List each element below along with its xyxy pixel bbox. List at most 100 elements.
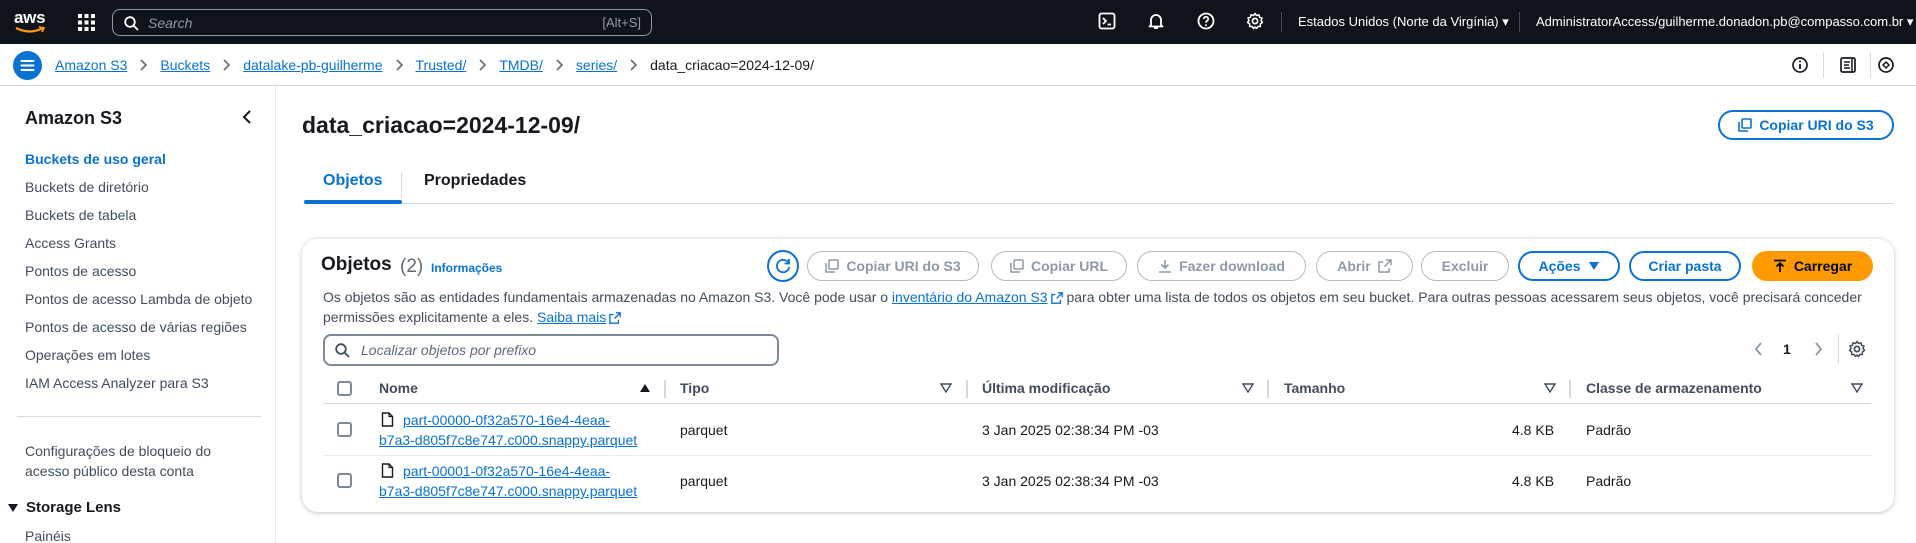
sidebar-item-iam-access-analyzer[interactable]: IAM Access Analyzer para S3 (25, 375, 209, 391)
breadcrumb-buckets[interactable]: Buckets (160, 57, 210, 73)
account-menu[interactable]: AdministratorAccess/guilherme.donadon.pb… (1536, 14, 1913, 30)
object-name-line2: b7a3-d805f7c8e747.c000.snappy.parquet (379, 483, 638, 499)
column-header-storage-class[interactable]: Classe de armazenamento (1586, 380, 1762, 396)
object-name-link[interactable]: part-00000-0f32a570-16e4-4eaa- b7a3-d805… (379, 410, 637, 450)
column-resizer[interactable] (966, 380, 968, 398)
gear-icon[interactable] (1246, 12, 1266, 32)
divider (323, 455, 1871, 456)
previous-page-icon[interactable] (1753, 341, 1765, 357)
sidebar-section-label: Storage Lens (26, 499, 122, 516)
next-page-icon[interactable] (1812, 341, 1824, 357)
object-last-modified: 3 Jan 2025 02:38:34 PM -03 (982, 422, 1159, 438)
copy-icon (1738, 118, 1753, 132)
sidebar-item-access-grants[interactable]: Access Grants (25, 235, 116, 251)
gear-icon[interactable] (1848, 340, 1866, 358)
sort-ascending-icon[interactable] (639, 383, 651, 393)
row-checkbox[interactable] (337, 422, 352, 437)
services-grid-icon[interactable] (78, 14, 95, 31)
objects-title: Objetos (321, 254, 392, 275)
page-title: data_criacao=2024-12-09/ (302, 112, 581, 138)
open-button[interactable]: Abrir (1316, 251, 1413, 281)
object-type: parquet (680, 473, 728, 489)
learn-more-link[interactable]: Saiba mais (537, 309, 606, 325)
search-placeholder: Localizar objetos por prefixo (361, 342, 537, 358)
select-all-checkbox[interactable] (337, 381, 352, 396)
delete-button[interactable]: Excluir (1421, 251, 1509, 281)
column-header-size[interactable]: Tamanho (1284, 380, 1345, 396)
sidebar-item-dashboards[interactable]: Painéis (25, 528, 71, 543)
divider (401, 172, 402, 198)
divider (17, 416, 261, 417)
create-folder-button[interactable]: Criar pasta (1629, 251, 1741, 281)
sidebar-item-block-public-access-line1[interactable]: Configurações de bloqueio do (25, 443, 211, 459)
column-resizer[interactable] (1267, 380, 1269, 398)
breadcrumb-series[interactable]: series/ (576, 57, 617, 73)
column-header-last-modified[interactable]: Última modificação (982, 380, 1110, 396)
column-resizer[interactable] (664, 380, 666, 398)
refresh-button[interactable] (767, 250, 799, 282)
sort-icon[interactable] (1242, 383, 1254, 393)
sidebar-item-multi-region-access-points[interactable]: Pontos de acesso de várias regiões (25, 319, 247, 335)
chevron-right-icon (556, 59, 564, 71)
help-icon[interactable] (1197, 12, 1217, 32)
object-size: 4.8 KB (1512, 473, 1555, 489)
column-header-name[interactable]: Nome (379, 380, 418, 396)
sidebar-item-directory-buckets[interactable]: Buckets de diretório (25, 179, 149, 195)
search-icon (335, 343, 350, 358)
aws-logo[interactable]: aws (14, 9, 48, 35)
copy-s3-uri-button[interactable]: Copiar URI do S3 (807, 251, 979, 281)
sidebar-item-general-buckets[interactable]: Buckets de uso geral (25, 151, 166, 167)
notes-panel-icon[interactable] (1839, 56, 1857, 74)
download-button[interactable]: Fazer download (1137, 251, 1306, 281)
tab-objects[interactable]: Objetos (323, 172, 383, 190)
sidebar-item-block-public-access-line2[interactable]: acesso público desta conta (25, 463, 194, 479)
copy-s3-uri-button-label: Copiar URI do S3 (846, 258, 961, 274)
sidebar-section-storage-lens[interactable]: Storage Lens (8, 499, 121, 516)
side-menu-toggle-button[interactable] (13, 51, 42, 80)
inventory-link[interactable]: inventário do Amazon S3 (892, 289, 1048, 305)
caret-down-icon: ▾ (1906, 14, 1914, 29)
copy-url-button[interactable]: Copiar URL (991, 251, 1127, 281)
object-storage-class: Padrão (1586, 473, 1632, 489)
chevron-right-icon (223, 59, 231, 71)
file-icon (381, 412, 394, 427)
object-prefix-search-input[interactable]: Localizar objetos por prefixo (323, 334, 779, 366)
object-name-link[interactable]: part-00001-0f32a570-16e4-4eaa- b7a3-d805… (379, 461, 637, 501)
upload-button[interactable]: Carregar (1752, 251, 1873, 281)
breadcrumb-tmdb[interactable]: TMDB/ (499, 57, 543, 73)
breadcrumb-amazon-s3[interactable]: Amazon S3 (55, 57, 127, 73)
sort-icon[interactable] (1544, 383, 1556, 393)
sort-icon[interactable] (940, 383, 952, 393)
page-number[interactable]: 1 (1783, 341, 1791, 357)
breadcrumb-bar: Amazon S3 Buckets datalake-pb-guilherme … (0, 44, 1916, 86)
column-header-type[interactable]: Tipo (680, 380, 709, 396)
refresh-icon (775, 258, 791, 274)
sidebar-item-lambda-access-points[interactable]: Pontos de acesso Lambda de objeto (25, 291, 252, 307)
copy-s3-uri-header-button[interactable]: Copiar URI do S3 (1718, 110, 1894, 140)
copy-icon (825, 259, 840, 273)
caret-down-icon (1588, 262, 1599, 270)
info-icon[interactable] (1791, 56, 1809, 74)
breadcrumb-bucket[interactable]: datalake-pb-guilherme (243, 57, 382, 73)
column-resizer[interactable] (1569, 380, 1571, 398)
account-label: AdministratorAccess/guilherme.donadon.pb… (1536, 14, 1904, 29)
region-selector[interactable]: Estados Unidos (Norte da Virgínia) ▾ (1298, 14, 1509, 30)
cloudshell-icon[interactable] (1098, 12, 1118, 32)
divider (1838, 334, 1839, 364)
sort-icon[interactable] (1851, 383, 1863, 393)
collapse-sidebar-icon[interactable] (240, 108, 254, 126)
security-panel-icon[interactable] (1877, 56, 1895, 74)
tab-properties[interactable]: Propriedades (424, 172, 526, 190)
bell-icon[interactable] (1147, 12, 1167, 32)
caret-down-icon: ▾ (1502, 14, 1509, 29)
actions-dropdown-button[interactable]: Ações (1518, 251, 1620, 281)
row-checkbox[interactable] (337, 473, 352, 488)
info-link[interactable]: Informações (431, 261, 502, 275)
sidebar-item-batch-operations[interactable]: Operações em lotes (25, 347, 150, 363)
chevron-right-icon (140, 59, 148, 71)
sidebar-item-table-buckets[interactable]: Buckets de tabela (25, 207, 136, 223)
sidebar-item-access-points[interactable]: Pontos de acesso (25, 263, 136, 279)
breadcrumb-trusted[interactable]: Trusted/ (416, 57, 467, 73)
chevron-right-icon (630, 59, 638, 71)
global-search-input[interactable]: Search [Alt+S] (112, 9, 652, 36)
